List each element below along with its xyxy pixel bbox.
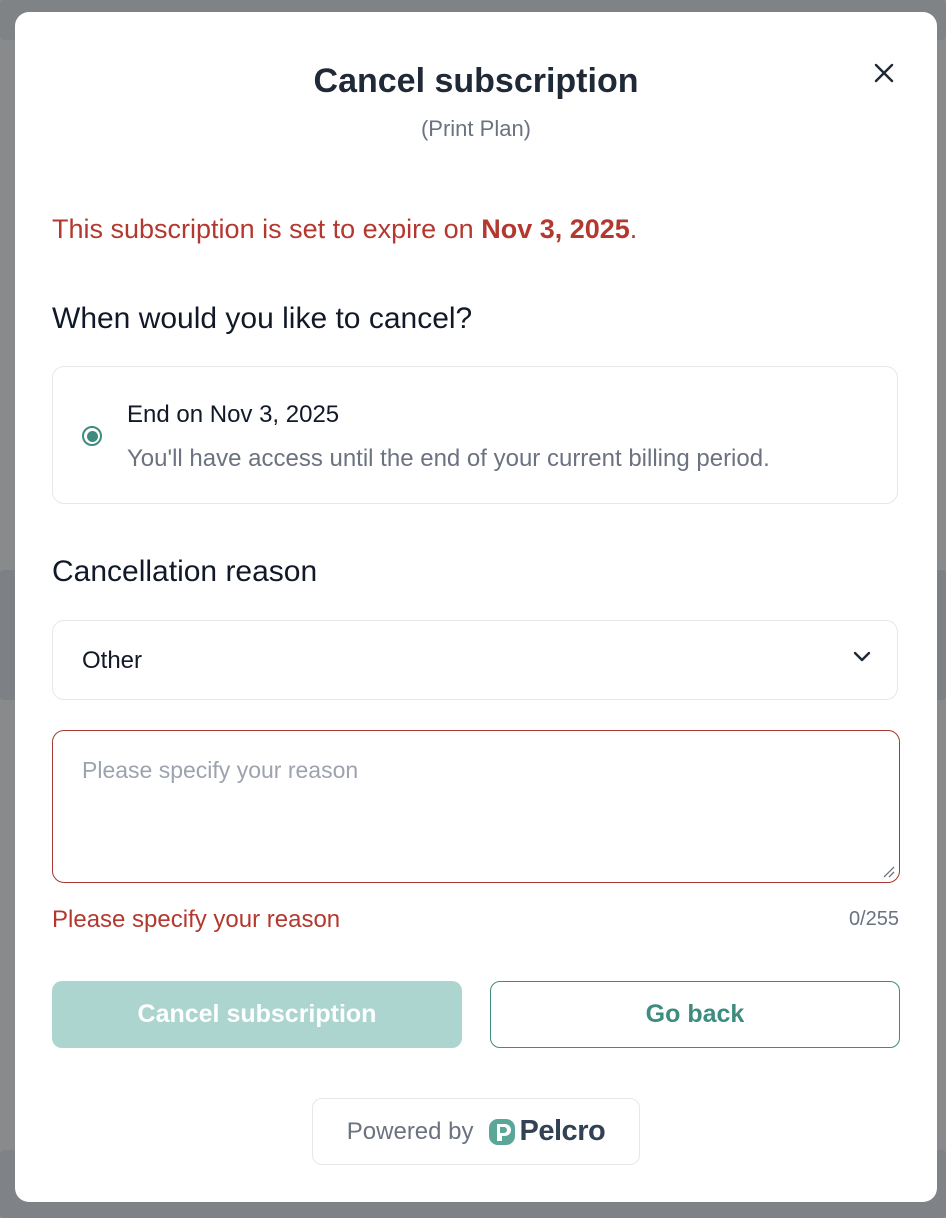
plan-subtitle: (Print Plan) (420, 116, 532, 141)
reason-error-message: Please specify your reason (52, 906, 341, 933)
expire-notice: This subscription is set to expire on No… (52, 214, 637, 245)
cancel-subscription-button[interactable]: Cancel subscription (52, 981, 462, 1048)
cancel-subscription-modal: Cancel subscription (Print Plan) This su… (15, 12, 937, 1202)
option-title: End on Nov 3, 2025 (127, 401, 340, 428)
character-counter: 0/255 (848, 908, 899, 930)
end-of-period-option[interactable]: End on Nov 3, 2025 You'll have access un… (52, 366, 898, 504)
expire-prefix: This subscription is set to expire on (52, 214, 482, 244)
pelcro-logo-icon (488, 1118, 515, 1145)
reason-textarea[interactable] (52, 730, 900, 883)
pelcro-logo: Pelcro (488, 1115, 606, 1148)
powered-by-badge[interactable]: Powered by Pelcro (312, 1098, 640, 1165)
modal-title: Cancel subscription (313, 62, 639, 100)
end-of-period-radio[interactable] (82, 426, 102, 446)
expire-suffix: . (629, 214, 638, 244)
chevron-down-icon (853, 651, 871, 662)
cancellation-reason-select[interactable]: Other (52, 620, 898, 700)
option-description: You'll have access until the end of your… (127, 445, 770, 472)
resize-grip-icon[interactable] (881, 864, 895, 878)
when-heading: When would you like to cancel? (52, 302, 473, 335)
select-value: Other (82, 647, 143, 674)
radio-selected-dot (86, 430, 98, 442)
expire-date: Nov 3, 2025 (481, 214, 630, 244)
brand-name: Pelcro (519, 1115, 606, 1147)
go-back-button[interactable]: Go back (490, 981, 900, 1048)
reason-heading: Cancellation reason (52, 555, 318, 588)
powered-by-label: Powered by (346, 1117, 474, 1145)
